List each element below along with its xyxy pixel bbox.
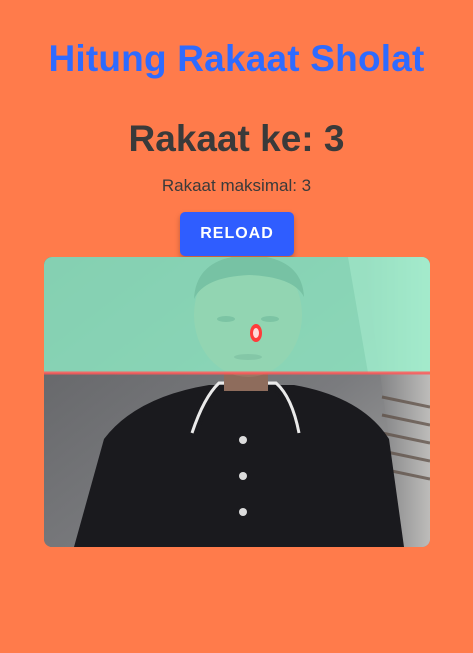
shirt-button: [239, 472, 247, 480]
app-title: Hitung Rakaat Sholat: [48, 38, 425, 79]
rakaat-max-label: Rakaat maksimal: 3: [161, 176, 312, 195]
reload-button[interactable]: RELOAD: [180, 212, 294, 256]
rakaat-current-label: Rakaat ke: 3: [128, 118, 345, 159]
shirt-button: [239, 436, 247, 444]
shirt-button: [239, 508, 247, 516]
camera-feed: [44, 257, 430, 547]
camera-view: [44, 257, 430, 547]
